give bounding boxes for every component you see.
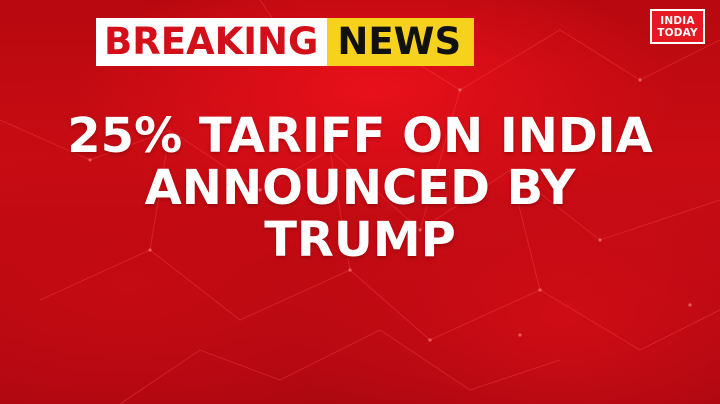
channel-logo: INDIA TODAY: [650, 9, 705, 44]
news-label: NEWS: [327, 18, 475, 66]
logo-line-2: TODAY: [657, 26, 698, 39]
headline-line: 25% TARIFF ON INDIA: [67, 108, 653, 164]
news-frame: BREAKING NEWS INDIA TODAY 25% TARIFF ON …: [0, 0, 720, 404]
headline-line: TRUMP: [264, 212, 456, 268]
headline-line: ANNOUNCED BY: [144, 160, 576, 216]
headline: 25% TARIFF ON INDIA ANNOUNCED BY TRUMP: [0, 110, 720, 266]
breaking-news-banner: BREAKING NEWS: [96, 18, 475, 66]
breaking-label: BREAKING: [96, 18, 328, 66]
logo-line-1: INDIA: [660, 14, 695, 27]
